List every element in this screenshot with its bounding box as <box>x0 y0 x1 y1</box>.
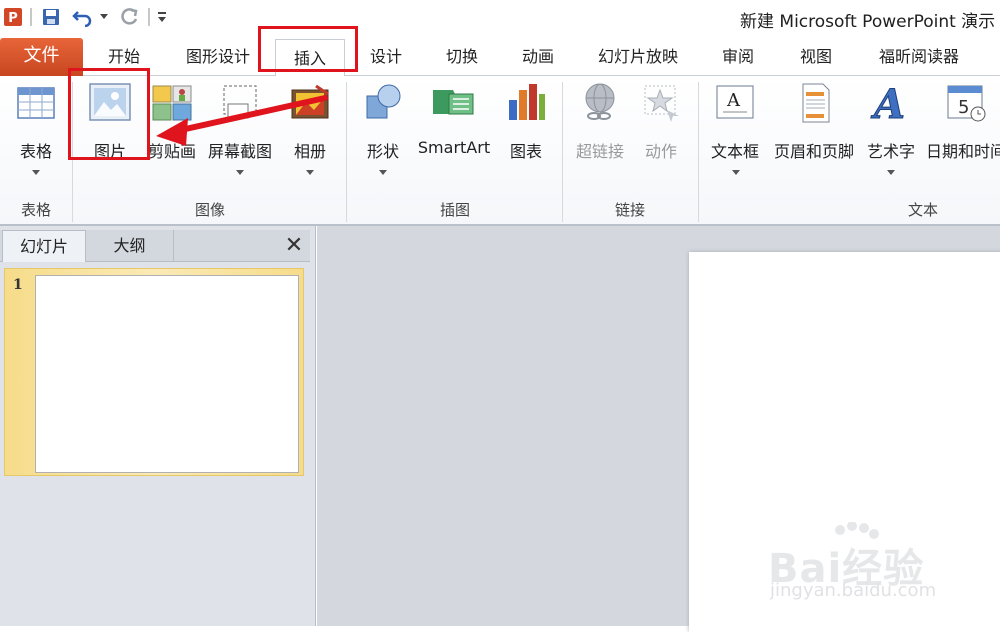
powerpoint-logo-icon[interactable]: P <box>2 6 24 28</box>
svg-text:P: P <box>8 11 18 26</box>
album-dropdown-icon[interactable] <box>306 170 314 175</box>
tab-foxit-reader[interactable]: 福昕阅读器 <box>866 42 972 72</box>
smartart-icon <box>433 90 474 115</box>
hyperlink-button[interactable] <box>574 80 626 124</box>
smartart-label: SmartArt <box>417 138 491 157</box>
tab-outline[interactable]: 大纲 <box>86 230 174 262</box>
shapes-dropdown-icon[interactable] <box>379 170 387 175</box>
tab-review[interactable]: 审阅 <box>712 42 764 72</box>
table-label: 表格 <box>19 142 52 161</box>
hyperlink-label: 超链接 <box>575 142 624 161</box>
group-label-links: 链接 <box>614 201 645 219</box>
table-icon <box>17 87 55 119</box>
undo-dropdown-icon[interactable] <box>98 6 110 28</box>
textbox-icon: A <box>716 85 754 119</box>
shapes-button[interactable] <box>358 80 408 124</box>
screenshot-dropdown-icon[interactable] <box>236 170 244 175</box>
tab-slideshow[interactable]: 幻灯片放映 <box>588 42 688 72</box>
table-button[interactable] <box>10 80 62 124</box>
smartart-button[interactable] <box>420 80 486 124</box>
tab-transitions[interactable]: 切换 <box>436 42 488 72</box>
undo-icon[interactable] <box>70 6 96 28</box>
highlight-box-insert-tab <box>258 26 358 72</box>
annotation-arrow-icon <box>156 95 328 146</box>
tab-animations[interactable]: 动画 <box>512 42 564 72</box>
textbox-label: 文本框 <box>710 142 759 161</box>
group-label-text: 文本 <box>907 201 938 219</box>
watermark-url: jingyan.baidu.com <box>770 580 937 601</box>
qat-divider <box>30 8 32 26</box>
title-bar: P 新建 Microsoft PowerPoint 演示 <box>0 0 1000 36</box>
highlight-box-picture-button <box>68 68 150 160</box>
datetime-label: 日期和时间 <box>926 142 1000 161</box>
chart-button[interactable] <box>500 80 552 124</box>
svg-text:A: A <box>870 81 905 124</box>
datetime-button[interactable]: 5 <box>940 80 992 124</box>
group-divider <box>346 82 347 222</box>
shapes-icon <box>366 84 401 119</box>
wordart-icon: A <box>870 81 906 125</box>
save-icon[interactable] <box>38 6 64 28</box>
close-icon[interactable]: ✕ <box>282 233 306 259</box>
group-divider <box>562 82 563 222</box>
wordart-button[interactable]: A <box>864 80 916 125</box>
group-label-table: 表格 <box>20 201 51 219</box>
header-footer-label: 页眉和页脚 <box>773 142 854 161</box>
tab-graphic-design[interactable]: 图形设计 <box>172 42 264 72</box>
action-star-icon <box>644 85 679 122</box>
redo-icon[interactable] <box>118 6 142 28</box>
baidu-watermark: Bai经验 jingyan.baidu.com <box>748 522 988 612</box>
customize-icon[interactable] <box>154 6 170 28</box>
ribbon-tabs: 文件 开始 图形设计 插入 设计 切换 动画 幻灯片放映 审阅 视图 福昕阅读器 <box>0 36 1000 77</box>
table-dropdown-icon[interactable] <box>32 170 40 175</box>
tab-design[interactable]: 设计 <box>360 42 412 72</box>
slide-thumbnail[interactable] <box>35 275 299 473</box>
slide-thumbnail-item[interactable]: 1 <box>4 268 304 476</box>
shapes-label: 形状 <box>366 142 399 161</box>
svg-text:A: A <box>726 90 741 111</box>
textbox-dropdown-icon[interactable] <box>732 170 740 175</box>
action-label: 动作 <box>644 142 677 161</box>
group-label-images: 图像 <box>194 201 225 219</box>
slides-pane: 幻灯片 大纲 ✕ 1 <box>0 226 316 626</box>
qat-divider <box>148 8 150 26</box>
action-button[interactable] <box>636 80 686 124</box>
tab-slides[interactable]: 幻灯片 <box>2 230 86 262</box>
chart-label: 图表 <box>509 142 542 161</box>
calendar-clock-icon: 5 <box>947 85 986 122</box>
wordart-label: 艺术字 <box>866 142 915 161</box>
globe-link-icon <box>585 83 615 120</box>
group-divider <box>698 82 699 222</box>
header-footer-button[interactable] <box>788 80 842 124</box>
tab-view[interactable]: 视图 <box>790 42 842 72</box>
chart-icon <box>509 84 545 120</box>
window-title: 新建 Microsoft PowerPoint 演示 <box>740 12 996 32</box>
header-footer-icon <box>802 83 830 123</box>
slide-number: 1 <box>13 277 23 293</box>
group-label-illustrations: 插图 <box>439 201 470 219</box>
wordart-dropdown-icon[interactable] <box>887 170 895 175</box>
svg-text:5: 5 <box>958 97 969 118</box>
pane-tabs: 幻灯片 大纲 ✕ <box>0 230 310 262</box>
textbox-button[interactable]: A <box>708 80 762 124</box>
